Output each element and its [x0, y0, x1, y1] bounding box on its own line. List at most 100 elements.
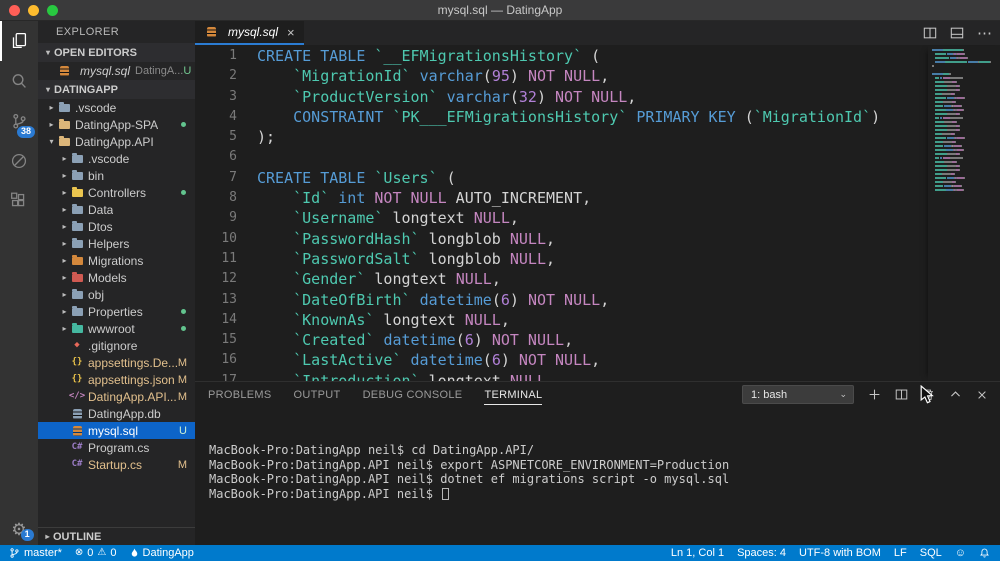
- language-mode-item[interactable]: SQL: [920, 547, 942, 559]
- line-number: 6: [229, 149, 237, 165]
- tree-item-controllers[interactable]: ▸ Controllers: [38, 184, 195, 201]
- activity-source-control[interactable]: 38: [0, 101, 38, 141]
- panel-controls: 1: bash ⌄: [742, 385, 1000, 404]
- tree-item-appsettings-json[interactable]: {} appsettings.json M: [38, 371, 195, 388]
- outline-section-header[interactable]: ▸ OUTLINE: [38, 527, 195, 545]
- open-editor-item[interactable]: mysql.sql DatingA... U: [38, 62, 195, 80]
- code-line[interactable]: 10 `PasswordHash` longblob NULL,: [195, 229, 1000, 249]
- code-line[interactable]: 9 `Username` longtext NULL,: [195, 208, 1000, 228]
- code-line[interactable]: 8 `Id` int NOT NULL AUTO_INCREMENT,: [195, 188, 1000, 208]
- indentation-item[interactable]: Spaces: 4: [737, 547, 786, 559]
- code-editor[interactable]: 1 CREATE TABLE `__EFMigrationsHistory` (2…: [195, 45, 1000, 381]
- tree-item--gitignore[interactable]: ◆ .gitignore: [38, 337, 195, 354]
- tree-item-helpers[interactable]: ▸ Helpers: [38, 235, 195, 252]
- code-line[interactable]: 3 `ProductVersion` varchar(32) NOT NULL,: [195, 87, 1000, 107]
- panel-tab-output[interactable]: OUTPUT: [294, 384, 341, 405]
- activity-explorer[interactable]: [0, 21, 38, 61]
- chevron-icon: ▸: [62, 188, 67, 197]
- tree-item-wwwroot[interactable]: ▸ wwwroot: [38, 320, 195, 337]
- close-tab-icon[interactable]: ×: [287, 26, 295, 39]
- kill-terminal-icon[interactable]: [922, 388, 935, 401]
- sidebar-title: EXPLORER: [56, 26, 120, 38]
- close-panel-icon[interactable]: [976, 389, 988, 401]
- maximize-window-button[interactable]: [47, 5, 58, 16]
- tab-mysql-sql[interactable]: mysql.sql ×: [195, 21, 304, 45]
- line-number: 5: [229, 129, 237, 145]
- terminal-line: MacBook-Pro:DatingApp.API neil$: [209, 487, 1000, 502]
- split-terminal-icon[interactable]: [895, 388, 908, 401]
- project-section-header[interactable]: ▾ DATINGAPP: [38, 80, 195, 99]
- minimap[interactable]: [928, 46, 1000, 381]
- csharp-icon: C#: [71, 459, 83, 469]
- panel-tab-debug-console[interactable]: DEBUG CONSOLE: [363, 384, 463, 405]
- code-line[interactable]: 1 CREATE TABLE `__EFMigrationsHistory` (: [195, 46, 1000, 66]
- tree-item-properties[interactable]: ▸ Properties: [38, 303, 195, 320]
- problems-item[interactable]: ⊗ 0 ⚠ 0: [75, 547, 117, 559]
- terminal-shell-select[interactable]: 1: bash ⌄: [742, 385, 854, 404]
- more-actions-icon[interactable]: ⋯: [977, 26, 992, 41]
- toggle-panel-icon[interactable]: [950, 26, 964, 40]
- panel-tab-problems[interactable]: PROBLEMS: [208, 384, 272, 405]
- code-line[interactable]: 14 `KnownAs` longtext NULL,: [195, 310, 1000, 330]
- line-number: 14: [221, 311, 237, 327]
- tree-item-datingapp-api[interactable]: ▾ DatingApp.API: [38, 133, 195, 150]
- folder-icon: [71, 238, 83, 248]
- code-line[interactable]: 15 `Created` datetime(6) NOT NULL,: [195, 330, 1000, 350]
- tree-item-program-cs[interactable]: C# Program.cs: [38, 439, 195, 456]
- cursor-position-item[interactable]: Ln 1, Col 1: [671, 547, 724, 559]
- terminal[interactable]: MacBook-Pro:DatingApp neil$ cd DatingApp…: [195, 407, 1000, 545]
- split-editor-icon[interactable]: [923, 26, 937, 40]
- activity-manage[interactable]: ⚙ 1: [0, 521, 38, 541]
- code-line[interactable]: 11 `PasswordSalt` longblob NULL,: [195, 249, 1000, 269]
- maximize-panel-icon[interactable]: [949, 388, 962, 401]
- code-line[interactable]: 7 CREATE TABLE `Users` (: [195, 168, 1000, 188]
- tree-item-appsettings-de-[interactable]: {} appsettings.De... M: [38, 354, 195, 371]
- tab-label: mysql.sql: [228, 25, 279, 39]
- tree-item-datingapp-db[interactable]: DatingApp.db: [38, 405, 195, 422]
- new-terminal-icon[interactable]: [868, 388, 881, 401]
- feedback-smiley-icon[interactable]: ☺: [955, 547, 966, 559]
- code-line[interactable]: 4 CONSTRAINT `PK___EFMigrationsHistory` …: [195, 107, 1000, 127]
- line-number: 10: [221, 230, 237, 246]
- file-label: .vscode: [75, 100, 117, 115]
- tree-item-models[interactable]: ▸ Models: [38, 269, 195, 286]
- code-line[interactable]: 16 `LastActive` datetime(6) NOT NULL,: [195, 350, 1000, 370]
- activity-search[interactable]: [0, 61, 38, 101]
- close-window-button[interactable]: [9, 5, 20, 16]
- open-editor-path: DatingA...: [135, 65, 184, 77]
- code-line[interactable]: 13 `DateOfBirth` datetime(6) NOT NULL,: [195, 290, 1000, 310]
- encoding-item[interactable]: UTF-8 with BOM: [799, 547, 881, 559]
- terminal-line: MacBook-Pro:DatingApp neil$ cd DatingApp…: [209, 443, 535, 458]
- editor-actions: ⋯: [923, 21, 992, 45]
- code-line[interactable]: 17 `Introduction` longtext NULL,: [195, 371, 1000, 381]
- tree-item-bin[interactable]: ▸ bin: [38, 167, 195, 184]
- tree-item--vscode[interactable]: ▸ .vscode: [38, 99, 195, 116]
- activity-extensions[interactable]: [0, 181, 38, 221]
- open-editors-header[interactable]: ▾ OPEN EDITORS: [38, 43, 195, 62]
- eol-item[interactable]: LF: [894, 547, 907, 559]
- folder-icon: [58, 119, 70, 129]
- tree-item-dtos[interactable]: ▸ Dtos: [38, 218, 195, 235]
- activity-debug[interactable]: [0, 141, 38, 181]
- notifications-bell-icon[interactable]: [979, 547, 990, 559]
- tree-item-datingapp-spa[interactable]: ▸ DatingApp-SPA: [38, 116, 195, 133]
- code-line[interactable]: 6: [195, 147, 1000, 167]
- tree-item--vscode[interactable]: ▸ .vscode: [38, 150, 195, 167]
- git-branch-item[interactable]: master*: [9, 547, 62, 559]
- tree-item-obj[interactable]: ▸ obj: [38, 286, 195, 303]
- chevron-icon: ▸: [49, 120, 54, 129]
- minimize-window-button[interactable]: [28, 5, 39, 16]
- file-label: obj: [88, 287, 105, 302]
- code-line[interactable]: 5);: [195, 127, 1000, 147]
- tree-item-data[interactable]: ▸ Data: [38, 201, 195, 218]
- line-number: 15: [221, 332, 237, 348]
- app-launch-item[interactable]: DatingApp: [130, 547, 194, 559]
- code-line[interactable]: 12 `Gender` longtext NULL,: [195, 269, 1000, 289]
- tree-item-startup-cs[interactable]: C# Startup.cs M: [38, 456, 195, 473]
- code-line[interactable]: 2 `MigrationId` varchar(95) NOT NULL,: [195, 66, 1000, 86]
- manage-badge: 1: [20, 529, 34, 541]
- tree-item-datingapp-api-[interactable]: </> DatingApp.API... M: [38, 388, 195, 405]
- tree-item-mysql-sql[interactable]: mysql.sql U: [38, 422, 195, 439]
- panel-tab-terminal[interactable]: TERMINAL: [484, 384, 543, 405]
- tree-item-migrations[interactable]: ▸ Migrations: [38, 252, 195, 269]
